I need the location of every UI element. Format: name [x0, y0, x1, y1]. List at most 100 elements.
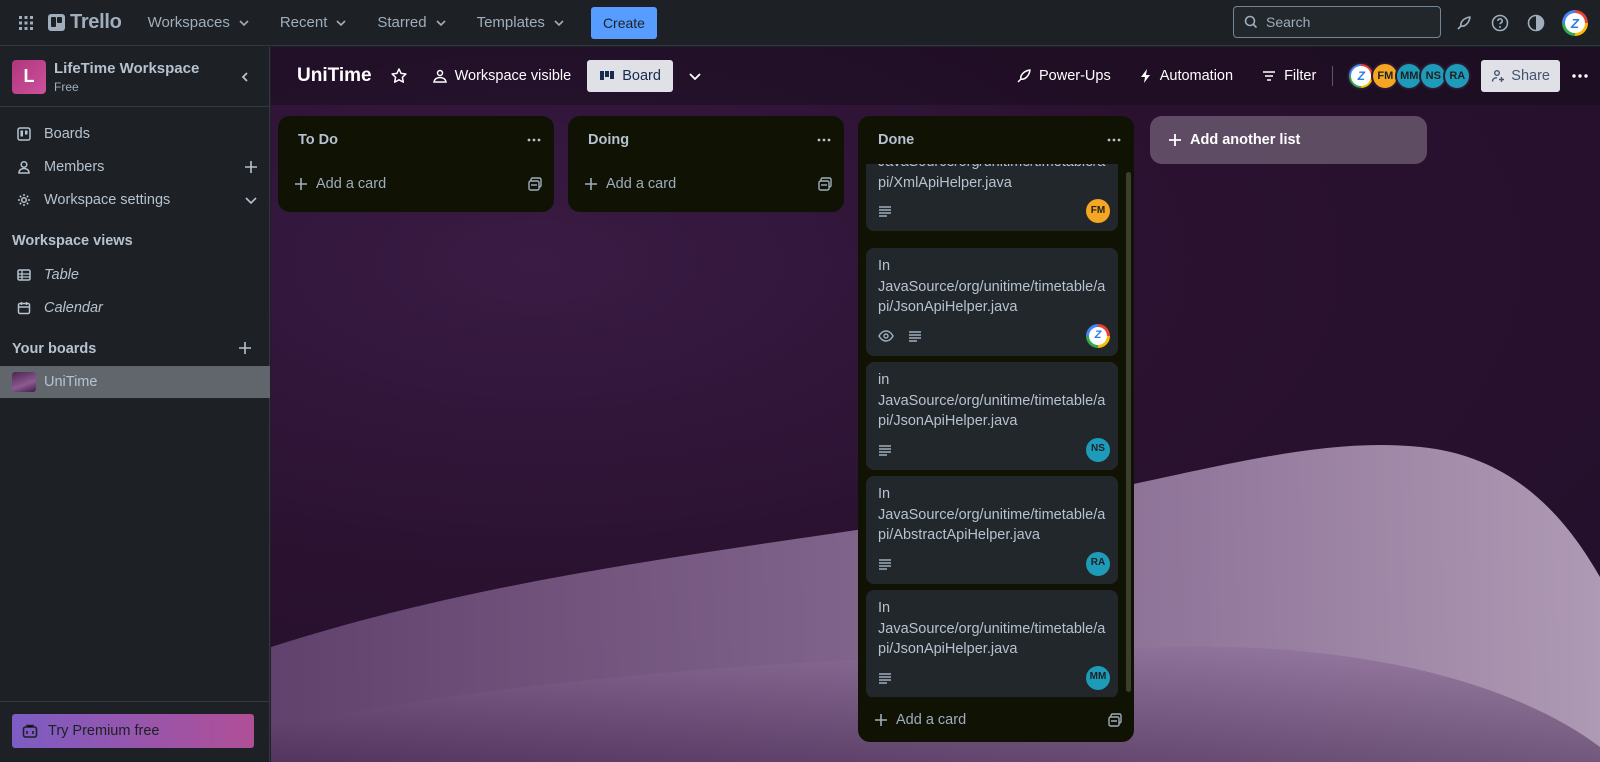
search-icon [1244, 15, 1258, 29]
sidebar-board-unitime[interactable]: UniTime [0, 366, 270, 398]
workspace-header: L LifeTime Workspace Free [0, 47, 269, 107]
sidebar-item-calendar[interactable]: Calendar [0, 292, 270, 324]
top-navigation: Trello Workspaces Recent Starred Templat… [0, 0, 1600, 46]
filter-button[interactable]: Filter [1253, 60, 1324, 92]
card[interactable]: JavaSource/org/unitime/timetable/api/Xml… [866, 164, 1118, 231]
premium-icon [22, 724, 38, 738]
sidebar-item-workspace-settings[interactable]: Workspace settings [0, 184, 270, 216]
card-member-avatar[interactable]: RA [1086, 551, 1110, 576]
list-title[interactable]: Doing [588, 132, 629, 148]
board-view-label: Board [622, 68, 661, 84]
member-avatar[interactable]: RA [1443, 62, 1472, 90]
plus-icon [1169, 134, 1181, 146]
sidebar-item-table[interactable]: Table [0, 259, 270, 291]
sidebar-item-boards[interactable]: Boards [0, 118, 270, 150]
list-menu-icon[interactable] [816, 132, 832, 148]
collapse-sidebar-icon[interactable] [233, 65, 257, 89]
board-members[interactable]: Z FM MM NS RA [1347, 62, 1472, 90]
share-button[interactable]: Share [1481, 60, 1560, 92]
chevron-down-icon [435, 19, 446, 26]
description-icon [878, 444, 892, 456]
notifications-icon[interactable] [1453, 12, 1475, 34]
board-view-icon [600, 71, 615, 80]
star-icon[interactable] [390, 67, 408, 85]
list-scrollbar[interactable] [1126, 172, 1131, 692]
calendar-icon [17, 302, 31, 315]
filter-icon [1263, 71, 1276, 81]
card[interactable]: In JavaSource/org/unitime/timetable/a pi/J… [866, 248, 1118, 356]
list-done: Done JavaSource/org/unitime/timetable/ap… [858, 116, 1134, 742]
card-badges [878, 438, 1106, 462]
power-ups-button[interactable]: Power-Ups [1008, 60, 1119, 92]
more-options-icon[interactable] [1570, 66, 1590, 86]
chevron-down-icon [554, 19, 564, 26]
header-divider [1332, 66, 1334, 86]
sidebar-divider [0, 701, 270, 702]
card-member-avatar[interactable]: Z [1086, 323, 1110, 348]
card-member-avatar[interactable]: MM [1086, 665, 1110, 690]
board-view-button[interactable]: Board [587, 60, 673, 92]
recent-menu-label: Recent [279, 14, 328, 31]
card[interactable]: In JavaSource/org/unitime/timetable/a pi/A… [866, 476, 1118, 584]
card-member-avatar[interactable]: FM [1086, 199, 1110, 223]
recent-menu[interactable]: Recent [270, 7, 358, 39]
list-header[interactable]: To Do [278, 116, 554, 164]
chevron-down-icon[interactable] [244, 193, 258, 207]
card-member-initials: Z [1089, 326, 1107, 345]
card[interactable]: In JavaSource/org/unitime/timetable/a pi/J… [866, 590, 1118, 697]
templates-menu[interactable]: Templates [467, 7, 575, 39]
description-icon [878, 672, 892, 684]
workspace-name[interactable]: LifeTime Workspace [54, 60, 233, 77]
app-switcher-icon[interactable] [14, 11, 38, 35]
account-avatar[interactable]: Z [1562, 10, 1588, 36]
settings-icon [18, 194, 30, 206]
card[interactable]: in JavaSource/org/unitime/timetable/a pi/J… [866, 362, 1118, 470]
card-badges [878, 324, 1106, 348]
search-input[interactable]: Search [1233, 6, 1441, 38]
list-header[interactable]: Done [858, 116, 1134, 164]
add-card-button[interactable]: Add a card [858, 700, 1134, 740]
add-card-label: Add a card [606, 176, 677, 192]
automation-button[interactable]: Automation [1131, 60, 1241, 92]
starred-menu[interactable]: Starred [367, 7, 456, 39]
add-board-icon[interactable] [237, 340, 253, 356]
theme-toggle-icon[interactable] [1525, 12, 1547, 34]
starred-menu-label: Starred [377, 14, 427, 31]
help-icon[interactable] [1489, 12, 1511, 34]
list-header[interactable]: Doing [568, 116, 844, 164]
create-button[interactable]: Create [590, 6, 657, 39]
share-label: Share [1511, 68, 1550, 84]
card-title: In JavaSource/org/unitime/timetable/a pi/J… [878, 258, 1106, 315]
trello-logo[interactable]: Trello [48, 11, 122, 34]
sidebar-item-members[interactable]: Members [0, 151, 270, 183]
list-to-do: To Do Add a card [278, 116, 554, 212]
visibility-button[interactable]: Workspace visible [424, 60, 580, 92]
try-premium-button[interactable]: Try Premium free [12, 714, 254, 748]
workspace-views-heading: Workspace views [12, 233, 133, 249]
card-title: JavaSource/org/unitime/timetable/api/Xml… [878, 164, 1105, 191]
boards-icon [17, 127, 31, 141]
card-member-avatar[interactable]: NS [1086, 437, 1110, 462]
list-title[interactable]: To Do [298, 132, 338, 148]
card-badges [878, 199, 1106, 223]
workspace-visible-icon [432, 69, 447, 83]
card-template-icon[interactable] [818, 177, 832, 191]
workspaces-menu[interactable]: Workspaces [138, 7, 260, 39]
chevron-down-icon [239, 19, 249, 26]
card-template-icon[interactable] [1108, 713, 1122, 727]
add-another-list-button[interactable]: Add another list [1150, 116, 1427, 164]
workspaces-menu-label: Workspaces [147, 14, 230, 31]
list-title[interactable]: Done [878, 132, 914, 148]
list-menu-icon[interactable] [1106, 132, 1122, 148]
sidebar-item-label: Members [44, 159, 105, 175]
card-template-icon[interactable] [528, 177, 542, 191]
chevron-down-icon [336, 19, 346, 26]
add-member-icon[interactable] [244, 160, 258, 174]
members-icon [18, 160, 30, 174]
views-dropdown-icon[interactable] [687, 68, 703, 84]
add-card-button[interactable]: Add a card [568, 164, 844, 204]
board-title[interactable]: UniTime [297, 65, 372, 87]
board-header: UniTime Workspace visible Board Power-Up… [271, 47, 1600, 105]
list-menu-icon[interactable] [526, 132, 542, 148]
add-card-button[interactable]: Add a card [278, 164, 554, 204]
